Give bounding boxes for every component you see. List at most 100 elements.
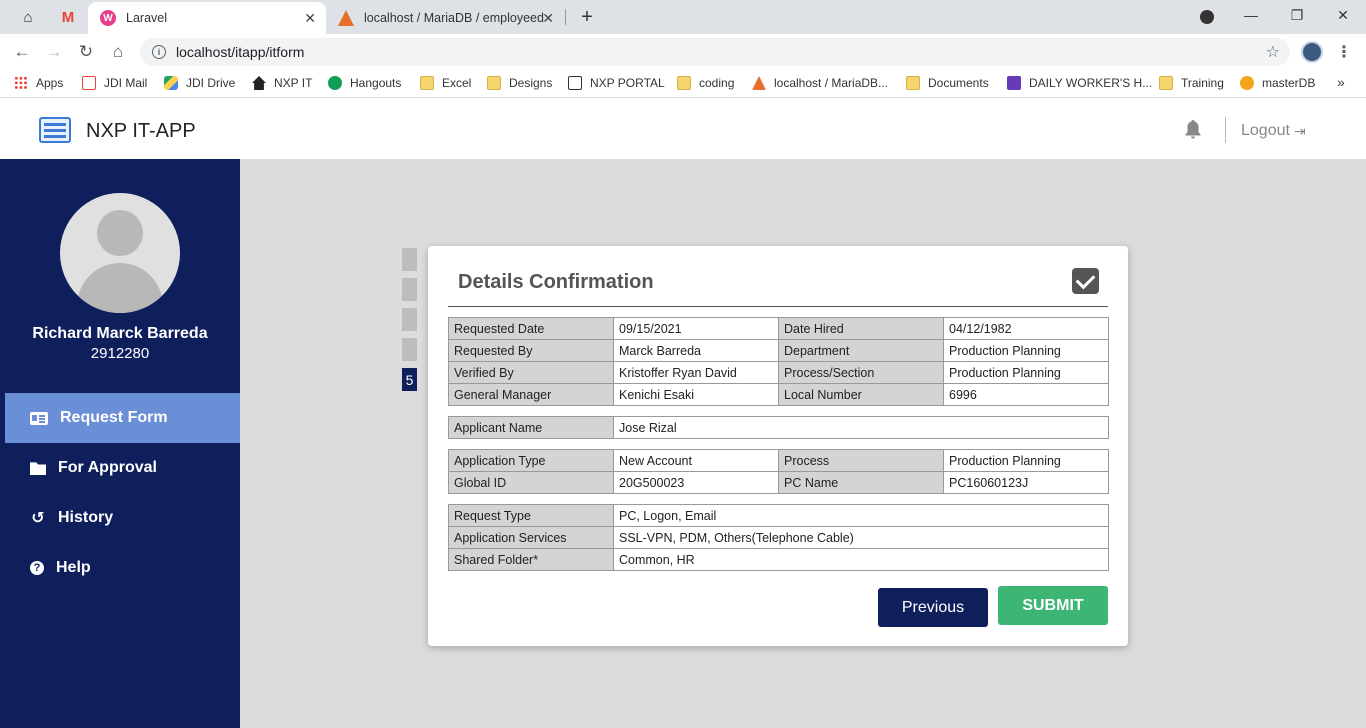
request-details-table: Request Type PC, Logon, Email Applicatio… [448, 504, 1109, 571]
sidebar-item-request-form[interactable]: Request Form [5, 393, 240, 443]
field-value: Production Planning [943, 449, 1109, 472]
table-row: Requested By Marck Barreda Department Pr… [448, 339, 1109, 362]
folder-icon [487, 76, 501, 90]
field-value: New Account [613, 449, 779, 472]
field-label: Application Type [448, 449, 614, 472]
tab-search-icon[interactable] [1198, 0, 1216, 34]
sidebar-item-for-approval[interactable]: For Approval [0, 443, 240, 493]
profile-avatar[interactable] [1301, 41, 1323, 63]
tab-label: Laravel [126, 11, 167, 25]
bookmark-nxp-portal[interactable]: NXP PORTAL [568, 76, 665, 90]
tab-label: localhost / MariaDB / employeed [364, 11, 544, 25]
sidebar-item-history[interactable]: ↺ History [0, 493, 240, 543]
application-details-table: Application Type New Account Process Pro… [448, 449, 1109, 494]
browser-menu-icon[interactable]: ⋮ [1336, 42, 1352, 62]
gmail-tab-icon[interactable]: M [58, 0, 78, 34]
field-value: Common, HR [613, 548, 1109, 571]
folder-icon [677, 76, 691, 90]
bookmark-phpmyadmin[interactable]: localhost / MariaDB... [752, 76, 888, 90]
browser-tab-bar: ⌂ M W Laravel ✕ localhost / MariaDB / em… [0, 0, 1366, 34]
url-input[interactable]: i localhost/itapp/itform ☆ [140, 38, 1290, 66]
home-tab-icon[interactable]: ⌂ [18, 0, 38, 34]
close-window-icon[interactable]: ✕ [1320, 0, 1366, 30]
tab-phpmyadmin[interactable]: localhost / MariaDB / employeed ✕ [326, 2, 564, 34]
bookmark-documents[interactable]: Documents [906, 76, 989, 90]
more-bookmarks-icon[interactable]: » [1337, 74, 1345, 90]
user-avatar [60, 193, 180, 313]
bookmark-masterdb[interactable]: masterDB [1240, 76, 1315, 90]
bookmark-label: Excel [442, 76, 472, 90]
bookmark-apps[interactable]: Apps [14, 76, 63, 90]
back-icon[interactable]: ← [10, 40, 34, 64]
bookmark-star-icon[interactable]: ☆ [1266, 42, 1280, 62]
site-info-icon[interactable]: i [152, 45, 166, 59]
field-label: Request Type [448, 504, 614, 527]
field-label: Process [778, 449, 944, 472]
table-row: Applicant Name Jose Rizal [448, 416, 1109, 439]
history-icon: ↺ [31, 510, 45, 527]
submit-button[interactable]: SUBMIT [998, 586, 1108, 625]
bookmark-jdi-drive[interactable]: JDI Drive [164, 76, 235, 90]
field-label: Application Services [448, 526, 614, 549]
app-logo-icon [39, 117, 71, 143]
bookmark-daily-workers[interactable]: DAILY WORKER'S H... [1007, 76, 1152, 90]
bookmark-jdi-mail[interactable]: JDI Mail [82, 76, 147, 90]
bookmark-label: NXP PORTAL [590, 76, 665, 90]
sidebar-item-label: For Approval [58, 459, 157, 476]
table-row: Verified By Kristoffer Ryan David Proces… [448, 361, 1109, 384]
sidebar-item-help[interactable]: ? Help [0, 543, 240, 593]
field-value: 09/15/2021 [613, 317, 779, 340]
table-row: Application Services SSL-VPN, PDM, Other… [448, 526, 1109, 549]
close-tab-icon[interactable]: ✕ [304, 10, 316, 27]
bookmark-label: Training [1181, 76, 1224, 90]
minimize-icon[interactable]: — [1228, 0, 1274, 30]
table-row: Requested Date 09/15/2021 Date Hired 04/… [448, 317, 1109, 340]
notification-bell-icon[interactable] [1183, 119, 1203, 139]
close-tab-icon[interactable]: ✕ [542, 10, 554, 27]
bookmark-label: Apps [36, 76, 64, 90]
sidebar: Richard Marck Barreda 2912280 Request Fo… [0, 159, 240, 728]
field-value: Production Planning [943, 339, 1109, 362]
phpmyadmin-icon [752, 76, 766, 90]
field-label: Process/Section [778, 361, 944, 384]
home-icon[interactable]: ⌂ [106, 40, 130, 64]
applicant-table: Applicant Name Jose Rizal [448, 416, 1109, 439]
step-indicator[interactable] [402, 248, 417, 271]
card-divider [448, 306, 1108, 307]
logout-link[interactable]: Logout ⇥ [1241, 122, 1306, 140]
header-divider [1225, 117, 1226, 143]
step-indicator[interactable] [402, 308, 417, 331]
field-label: Applicant Name [448, 416, 614, 439]
tab-separator [565, 9, 566, 25]
new-tab-icon[interactable]: + [577, 0, 597, 34]
gmail-icon [82, 76, 96, 90]
previous-button[interactable]: Previous [878, 588, 988, 627]
field-label: Shared Folder* [448, 548, 614, 571]
restore-icon[interactable]: ❐ [1274, 0, 1320, 30]
question-circle-icon: ? [30, 561, 44, 575]
bookmark-hangouts[interactable]: Hangouts [328, 76, 401, 90]
forward-icon[interactable]: → [42, 40, 66, 64]
sidebar-item-label: History [58, 509, 114, 526]
portal-icon [568, 76, 582, 90]
step-indicator[interactable] [402, 338, 417, 361]
bookmark-training[interactable]: Training [1159, 76, 1224, 90]
bookmark-nxp-it[interactable]: NXP IT [252, 76, 312, 90]
logout-icon: ⇥ [1293, 122, 1306, 139]
sidebar-item-label: Help [56, 559, 91, 576]
folder-icon [30, 462, 46, 475]
reload-icon[interactable]: ↻ [74, 40, 98, 64]
table-row: General Manager Kenichi Esaki Local Numb… [448, 383, 1109, 406]
bookmark-label: localhost / MariaDB... [774, 76, 889, 90]
bookmark-excel[interactable]: Excel [420, 76, 471, 90]
bookmark-label: Hangouts [350, 76, 402, 90]
tab-laravel[interactable]: W Laravel ✕ [88, 2, 326, 34]
bookmark-designs[interactable]: Designs [487, 76, 552, 90]
check-square-icon [1072, 268, 1099, 294]
bookmark-coding[interactable]: coding [677, 76, 734, 90]
bookmark-label: masterDB [1262, 76, 1316, 90]
step-indicator[interactable] [402, 278, 417, 301]
step-indicator-current[interactable]: 5 [402, 368, 417, 391]
bookmark-label: Designs [509, 76, 553, 90]
bookmark-label: NXP IT [274, 76, 313, 90]
